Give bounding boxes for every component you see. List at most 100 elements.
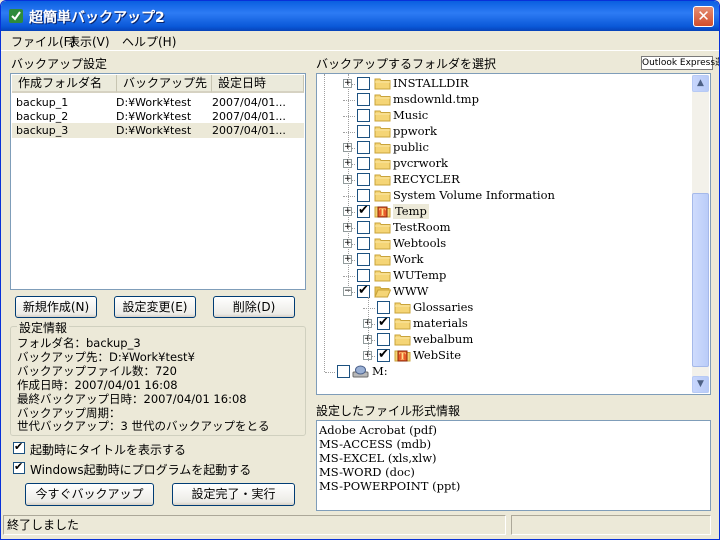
tree-scrollbar[interactable]: ▲ ▼ <box>692 75 709 393</box>
tree-node-www[interactable]: − ✔ WWW <box>317 283 687 300</box>
delete-button[interactable]: 削除(D) <box>213 296 295 318</box>
backup-row-selected[interactable]: backup_3 D:¥Work¥test 2007/04/01... <box>12 123 304 138</box>
folder-tree[interactable]: + INSTALLDIR msdownld.tmp Music ppwork + publi… <box>316 73 711 395</box>
tree-node-website[interactable]: + ✔ T WebSite <box>317 347 687 364</box>
info-last-backup: 最終バックアップ日時：2007/04/01 16:08 <box>17 392 247 406</box>
show-title-label: 起動時にタイトルを表示する <box>30 443 187 457</box>
tree-label: WebSite <box>413 348 462 362</box>
tree-node-webtools[interactable]: + Webtools <box>317 236 687 252</box>
tree-label: M: <box>372 364 388 378</box>
tree-checkbox[interactable] <box>357 77 370 90</box>
tree-node-materials[interactable]: + ✔ materials <box>317 315 687 332</box>
tree-checkbox[interactable] <box>377 333 390 346</box>
tree-label: WWW <box>393 284 429 298</box>
tree-label: WUTemp <box>393 268 447 282</box>
tree-label: TestRoom <box>393 220 451 234</box>
tree-node-installdir[interactable]: + INSTALLDIR <box>317 76 687 92</box>
filetype-item: MS-WORD (doc) <box>319 465 415 479</box>
column-header-folder[interactable]: 作成フォルダ名 <box>12 75 117 93</box>
tree-checkbox[interactable] <box>357 141 370 154</box>
tree-node-public[interactable]: + public <box>317 140 687 156</box>
tree-checkbox[interactable] <box>357 189 370 202</box>
folder-icon <box>374 158 391 170</box>
tree-node-system-volume-information[interactable]: System Volume Information <box>317 188 687 204</box>
tree-node-wutemp[interactable]: WUTemp <box>317 268 687 284</box>
folder-icon <box>374 142 391 154</box>
backup-row-name: backup_1 <box>16 96 69 109</box>
edit-button[interactable]: 設定変更(E) <box>114 296 196 318</box>
tree-node-temp[interactable]: + ✔ T Temp <box>317 203 687 220</box>
tree-checkbox[interactable] <box>357 93 370 106</box>
tree-node-msdownld-tmp[interactable]: msdownld.tmp <box>317 92 687 108</box>
folder-icon <box>374 222 391 234</box>
filetype-item: MS-POWERPOINT (ppt) <box>319 479 461 493</box>
tree-checkbox[interactable]: ✔ <box>377 347 390 362</box>
tree-guide-line <box>368 297 369 361</box>
folder-icon <box>394 334 411 346</box>
tree-checkbox[interactable] <box>337 365 350 378</box>
startup-checkbox[interactable]: ✔ <box>13 460 25 474</box>
check-mark-icon: ✔ <box>378 347 389 362</box>
new-button[interactable]: 新規作成(N) <box>15 296 97 318</box>
tree-node-pvcrwork[interactable]: + pvcrwork <box>317 156 687 172</box>
tree-label: pvcrwork <box>393 156 449 170</box>
title-bar[interactable]: 超簡単バックアップ2 ✕ <box>1 1 719 31</box>
check-mark-icon: ✔ <box>378 315 389 330</box>
tree-checkbox[interactable]: ✔ <box>357 203 370 218</box>
backup-row-name: backup_2 <box>16 110 69 123</box>
tree-checkbox[interactable] <box>357 125 370 138</box>
folder-icon <box>374 174 391 186</box>
backup-now-button[interactable]: 今すぐバックアップ <box>25 483 154 506</box>
tree-checkbox[interactable] <box>357 269 370 282</box>
backup-list[interactable]: 作成フォルダ名 バックアップ先 設定日時 backup_1 D:¥Work¥te… <box>10 73 306 290</box>
filetype-list: Adobe Acrobat (pdf) MS-ACCESS (mdb) MS-E… <box>316 420 711 511</box>
tree-node-glossaries[interactable]: Glossaries <box>317 300 687 316</box>
filetype-item: MS-ACCESS (mdb) <box>319 437 432 451</box>
tree-checkbox[interactable] <box>357 221 370 234</box>
tree-checkbox[interactable] <box>357 109 370 122</box>
show-title-checkbox[interactable]: ✔ <box>13 440 25 454</box>
menu-file[interactable]: ファイル(F) <box>11 33 75 50</box>
tree-checkbox[interactable] <box>377 301 390 314</box>
backup-row-destination: D:¥Work¥test <box>116 96 192 109</box>
menu-help[interactable]: ヘルプ(H) <box>122 33 176 50</box>
finish-run-button[interactable]: 設定完了・実行 <box>172 483 295 506</box>
startup-label: Windows起動時にプログラムを起動する <box>30 463 252 477</box>
tree-checkbox[interactable] <box>357 253 370 266</box>
folder-icon <box>374 94 391 106</box>
tree-checkbox[interactable] <box>357 173 370 186</box>
tree-guide-line <box>343 116 355 117</box>
scroll-down-button[interactable]: ▼ <box>692 376 709 393</box>
tree-node-ppwork[interactable]: ppwork <box>317 124 687 140</box>
outlook-express-button[interactable]: Outlook Express選択 <box>641 56 719 70</box>
tree-node-recycler[interactable]: + RECYCLER <box>317 172 687 188</box>
tree-label: msdownld.tmp <box>393 92 479 106</box>
tree-label: Music <box>393 108 429 122</box>
backup-row-date: 2007/04/01... <box>212 96 286 109</box>
tree-label: Glossaries <box>413 300 474 314</box>
tree-checkbox[interactable] <box>357 157 370 170</box>
check-mark-icon: ✔ <box>14 460 24 473</box>
tree-label: public <box>393 140 429 154</box>
scroll-up-button[interactable]: ▲ <box>692 75 709 92</box>
tree-node-music[interactable]: Music <box>317 108 687 124</box>
tree-label: Work <box>393 252 424 266</box>
close-button[interactable]: ✕ <box>693 6 714 27</box>
column-header-date[interactable]: 設定日時 <box>212 75 304 93</box>
scroll-thumb[interactable] <box>692 193 709 367</box>
svg-text:T: T <box>399 353 406 363</box>
tree-node-webalbum[interactable]: + webalbum <box>317 332 687 348</box>
tree-node-m[interactable]: M: <box>317 364 687 380</box>
menu-view[interactable]: 表示(V) <box>68 33 110 50</box>
tree-node-testroom[interactable]: + TestRoom <box>317 220 687 236</box>
tree-node-work[interactable]: + Work <box>317 252 687 268</box>
backup-row[interactable]: backup_1 D:¥Work¥test 2007/04/01... <box>12 95 304 110</box>
check-mark-icon: ✔ <box>358 203 369 218</box>
backup-row[interactable]: backup_2 D:¥Work¥test 2007/04/01... <box>12 109 304 124</box>
tree-checkbox[interactable]: ✔ <box>377 315 390 330</box>
tree-checkbox[interactable] <box>357 237 370 250</box>
tree-guide-line <box>348 74 349 292</box>
column-header-destination[interactable]: バックアップ先 <box>117 75 212 93</box>
folder-icon <box>394 302 411 314</box>
settings-info-group: 設定情報 フォルダ名：backup_3 バックアップ先：D:¥Work¥test… <box>10 319 306 436</box>
